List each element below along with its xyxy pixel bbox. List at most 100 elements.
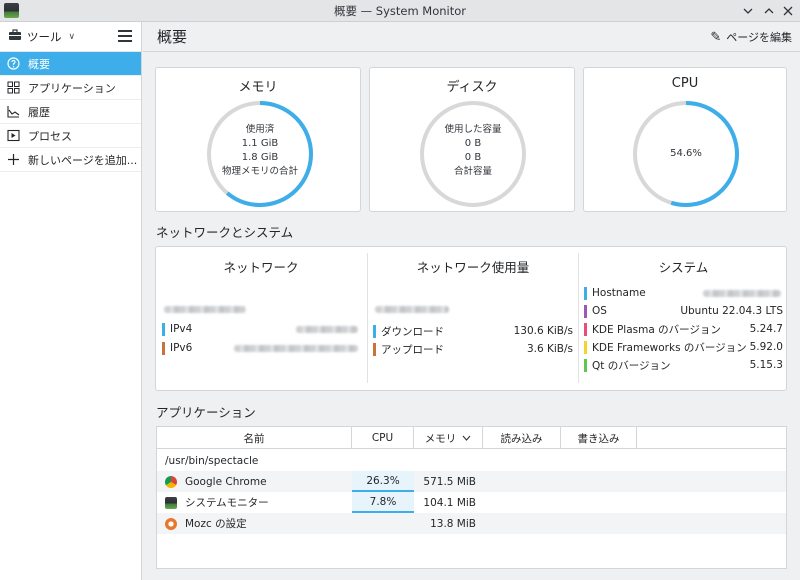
ipv4-color-marker bbox=[162, 322, 165, 336]
table-row[interactable]: Google Chrome 26.3% 571.5 MiB bbox=[157, 471, 786, 492]
sidebar-item-4[interactable]: 新しいページを追加... bbox=[0, 148, 141, 172]
column-header-memory[interactable]: メモリ bbox=[414, 427, 483, 449]
window-title: 概要 — System Monitor bbox=[333, 3, 467, 18]
app-name: Google Chrome bbox=[185, 475, 267, 488]
ipv6-row: IPv6 bbox=[162, 340, 360, 356]
app-name-cell: システムモニター bbox=[165, 492, 269, 513]
system-info-label: Hostname bbox=[592, 287, 646, 299]
system-info-value: 5.92.0 bbox=[749, 341, 783, 353]
applications-section-title: アプリケーション bbox=[156, 405, 256, 420]
chevron-down-icon: ∨ bbox=[68, 31, 76, 42]
sidebar-item-2[interactable]: 履歴 bbox=[0, 100, 141, 124]
memory-card: メモリ 使用済 1.1 GiB 1.8 GiB 物理メモリの合計 bbox=[155, 67, 361, 212]
pencil-icon: ✎ bbox=[710, 29, 722, 45]
ipv6-color-marker bbox=[162, 341, 165, 355]
sidebar-item-label: 履歴 bbox=[28, 105, 50, 119]
hamburger-menu-icon[interactable] bbox=[118, 30, 132, 42]
download-color-marker bbox=[373, 324, 376, 338]
table-row[interactable]: システムモニター 7.8% 104.1 MiB bbox=[157, 492, 786, 513]
redacted-ipv6-value bbox=[234, 345, 358, 352]
tools-menu[interactable]: ツール ∨ bbox=[0, 22, 141, 52]
disk-total-value: 0 B bbox=[464, 152, 482, 163]
chevron-up-icon[interactable] bbox=[759, 1, 779, 21]
disk-used-label: 使用した容量 bbox=[444, 124, 502, 135]
redacted-hostname bbox=[703, 290, 781, 297]
memory-total-label: 物理メモリの合計 bbox=[221, 166, 298, 177]
edit-page-button[interactable]: ✎ ページを編集 bbox=[710, 29, 792, 45]
system-color-marker bbox=[584, 286, 587, 300]
column-header-cpu[interactable]: CPU bbox=[352, 427, 414, 449]
memory-details: 使用済 1.1 GiB 1.8 GiB 物理メモリの合計 bbox=[200, 123, 320, 179]
system-info-value: 5.24.7 bbox=[749, 323, 783, 335]
app-memory-cell: 104.1 MiB bbox=[423, 496, 476, 509]
download-value: 130.6 KiB/s bbox=[513, 325, 573, 337]
network-title: ネットワーク bbox=[223, 260, 299, 275]
app-name: システムモニター bbox=[185, 497, 269, 509]
memory-used-label: 使用済 bbox=[245, 124, 275, 135]
process-icon bbox=[6, 129, 20, 143]
download-label: ダウンロード bbox=[381, 325, 444, 338]
column-header-read[interactable]: 読み込み bbox=[483, 427, 561, 449]
ipv4-label: IPv4 bbox=[170, 323, 193, 335]
app-name-cell: /usr/bin/spectacle bbox=[165, 450, 258, 471]
sidebar-item-label: 新しいページを追加... bbox=[28, 153, 138, 167]
system-info-row: Hostname bbox=[584, 285, 783, 301]
memory-column-label: メモリ bbox=[424, 432, 457, 445]
upload-label: アップロード bbox=[381, 343, 444, 356]
disk-total-label: 合計容量 bbox=[453, 166, 492, 177]
table-row[interactable]: Mozc の設定 13.8 MiB bbox=[157, 513, 786, 534]
network-usage-title: ネットワーク使用量 bbox=[416, 260, 530, 275]
edit-page-label: ページを編集 bbox=[726, 31, 792, 44]
system-color-marker bbox=[584, 322, 587, 336]
column-header-write[interactable]: 書き込み bbox=[561, 427, 637, 449]
sort-chevron-icon bbox=[462, 432, 471, 444]
close-icon[interactable] bbox=[778, 1, 798, 21]
network-system-card: ネットワーク IPv4 IPv6 ネットワーク使用量 ダウンロード 130.6 … bbox=[155, 246, 787, 391]
ipv4-row: IPv4 bbox=[162, 321, 360, 337]
table-row[interactable]: /usr/bin/spectacle bbox=[157, 450, 786, 471]
system-monitor-icon bbox=[165, 496, 177, 509]
sidebar-item-0[interactable]: 概要 bbox=[0, 52, 141, 76]
system-info-label: KDE Frameworks のバージョン bbox=[592, 341, 747, 354]
app-name-cell: Mozc の設定 bbox=[165, 513, 247, 534]
mozc-icon bbox=[165, 517, 177, 530]
redacted-ipv4-value bbox=[296, 326, 358, 333]
system-info-row: KDE Frameworks のバージョン 5.92.0 bbox=[584, 339, 783, 355]
upload-value: 3.6 KiB/s bbox=[526, 343, 573, 355]
disk-card: ディスク 使用した容量 0 B 0 B 合計容量 bbox=[369, 67, 575, 212]
app-name-cell: Google Chrome bbox=[165, 471, 267, 492]
download-row: ダウンロード 130.6 KiB/s bbox=[373, 323, 573, 339]
chevron-down-icon[interactable] bbox=[738, 1, 758, 21]
app-name: /usr/bin/spectacle bbox=[165, 454, 259, 467]
system-info-row: OS Ubuntu 22.04.3 LTS bbox=[584, 303, 783, 319]
grid-icon bbox=[6, 81, 20, 95]
system-color-marker bbox=[584, 358, 587, 372]
sidebar-item-label: プロセス bbox=[28, 129, 72, 143]
applications-table: 名前 CPU メモリ 読み込み 書き込み /usr/bin/spectacle G… bbox=[156, 426, 787, 569]
toolbox-icon bbox=[8, 29, 22, 44]
upload-color-marker bbox=[373, 342, 376, 356]
history-chart-icon bbox=[6, 105, 20, 119]
disk-used-value: 0 B bbox=[464, 138, 482, 149]
app-memory-cell: 13.8 MiB bbox=[430, 517, 476, 530]
memory-total-value: 1.8 GiB bbox=[241, 152, 279, 163]
system-color-marker bbox=[584, 340, 587, 354]
title-bar: 概要 — System Monitor bbox=[0, 0, 800, 22]
sidebar-item-1[interactable]: アプリケーション bbox=[0, 76, 141, 100]
system-info-label: KDE Plasma のバージョン bbox=[592, 323, 721, 336]
system-info-row: Qt のバージョン 5.15.3 bbox=[584, 357, 783, 373]
redacted-usage-interface bbox=[375, 306, 449, 313]
system-info-value: 5.15.3 bbox=[749, 359, 783, 371]
system-info-row: KDE Plasma のバージョン 5.24.7 bbox=[584, 321, 783, 337]
main-header: 概要 ✎ ページを編集 bbox=[143, 22, 800, 52]
sidebar-item-3[interactable]: プロセス bbox=[0, 124, 141, 148]
system-info-value: Ubuntu 22.04.3 LTS bbox=[680, 305, 783, 317]
disk-details: 使用した容量 0 B 0 B 合計容量 bbox=[413, 123, 533, 179]
table-header: 名前 CPU メモリ 読み込み 書き込み bbox=[157, 427, 786, 449]
cpu-ring bbox=[633, 101, 739, 207]
cpu-card: CPU 54.6% bbox=[583, 67, 787, 212]
column-header-name[interactable]: 名前 bbox=[157, 427, 352, 449]
ipv6-label: IPv6 bbox=[170, 342, 193, 354]
system-color-marker bbox=[584, 304, 587, 318]
redacted-interface-name bbox=[164, 306, 246, 313]
